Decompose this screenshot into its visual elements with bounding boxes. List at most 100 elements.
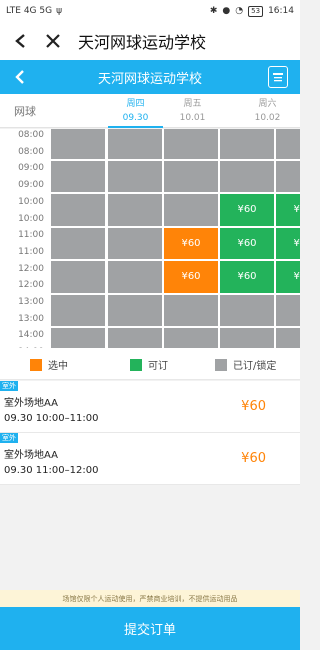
slot-price: ¥60 (237, 271, 257, 283)
slot-booked (107, 129, 163, 160)
slot-booked (219, 129, 275, 160)
slot-selected[interactable]: ¥60 (163, 226, 219, 260)
day-date: 10.02 (254, 113, 281, 123)
court-tag: 室外 (0, 433, 18, 443)
selected-swatch (30, 358, 42, 371)
day-tab-fri[interactable]: 周五 10.01 (165, 94, 220, 128)
slot-price: ¥60 (181, 271, 201, 283)
slot-booked (107, 293, 163, 327)
legend-booked: 已订/锁定 (215, 357, 276, 372)
page-title: 天河网球运动学校 (97, 71, 202, 87)
order-price: ¥60 (241, 451, 266, 466)
back-button[interactable] (8, 22, 34, 60)
chevron-left-icon (15, 34, 25, 48)
slot-booked (50, 193, 106, 227)
order-court-name: 室外场地AA (4, 398, 58, 409)
time-label: 12:00 (18, 263, 44, 274)
window-title: 天河网球运动学校 (78, 33, 207, 52)
slot-available[interactable]: ¥60 (275, 193, 300, 227)
chevron-left-icon (15, 70, 24, 84)
time-label: 09:00 (18, 180, 44, 191)
usb-icon: ψ (56, 6, 63, 16)
day-tab-thu[interactable]: 周四 09.30 (108, 94, 163, 128)
legend-selected: 选中 (30, 357, 68, 372)
slot-price: ¥60 (293, 204, 300, 216)
slot-price: ¥60 (293, 271, 300, 283)
time-label: 10:00 (18, 213, 44, 224)
time-label: 10:00 (18, 196, 44, 207)
time-label: 08:00 (18, 146, 44, 157)
slot-price: ¥60 (293, 237, 300, 249)
slot-booked (107, 159, 163, 193)
slot-booked (275, 293, 300, 327)
slot-booked (50, 159, 106, 193)
order-court-name: 室外场地AA (4, 450, 58, 461)
day-date: 10.01 (179, 113, 206, 123)
slot-booked (275, 129, 300, 160)
slot-booked (50, 260, 106, 294)
slot-booked (163, 193, 219, 227)
time-label: 14:00 (18, 330, 44, 341)
close-button[interactable] (40, 22, 66, 60)
legend-label: 选中 (48, 361, 68, 372)
slot-available[interactable]: ¥60 (219, 226, 275, 260)
day-tab-sat[interactable]: 周六 10.02 (240, 94, 295, 128)
battery-icon: 53 (248, 5, 264, 17)
slot-booked (50, 226, 106, 260)
available-swatch (130, 358, 142, 371)
legend-label: 可订 (148, 361, 168, 372)
calendar-icon (273, 73, 283, 82)
slot-booked (163, 293, 219, 327)
close-icon (46, 34, 60, 48)
alarm-icon: ◔ (235, 6, 244, 16)
slot-available[interactable]: ¥60 (219, 260, 275, 294)
slot-available[interactable]: ¥60 (275, 226, 300, 260)
day-header: 网球 周四 09.30 周五 10.01 周六 10.02 (0, 94, 300, 128)
slot-booked (50, 129, 106, 160)
court-type-label: 网球 (14, 105, 36, 118)
slot-booked (50, 293, 106, 327)
app-back-button[interactable] (8, 65, 32, 89)
time-column: 08:00 08:00 09:00 09:00 10:00 10:00 11:00 11:00… (0, 129, 50, 348)
slot-booked (50, 327, 106, 348)
day-date: 09.30 (122, 113, 149, 123)
slot-booked (275, 327, 300, 348)
time-label: 13:00 (18, 313, 44, 324)
slot-price: ¥60 (237, 204, 257, 216)
time-label: 11:00 (18, 230, 44, 241)
slot-price: ¥60 (237, 237, 257, 249)
title-bar: 天河网球运动学校 (0, 22, 300, 60)
slot-booked (275, 159, 300, 193)
time-label: 12:00 (18, 280, 44, 291)
order-time: 09.30 11:00–12:00 (4, 465, 99, 476)
time-label: 09:00 (18, 163, 44, 174)
signal-text: LTE 4G 5G (6, 6, 53, 16)
slot-booked (107, 260, 163, 294)
calendar-button[interactable] (268, 66, 288, 88)
usage-notice: 场馆仅限个人运动使用，严禁商业培训，不提供运动用品 (0, 590, 300, 607)
order-item[interactable]: 室外 室外场地AA 09.30 11:00–12:00 ¥60 (0, 433, 300, 485)
slot-booked (163, 159, 219, 193)
legend-available: 可订 (130, 357, 168, 372)
slot-available[interactable]: ¥60 (275, 260, 300, 294)
order-item[interactable]: 室外 室外场地AA 09.30 10:00–11:00 ¥60 (0, 381, 300, 433)
slot-booked (163, 327, 219, 348)
bluetooth-icon: ✱ (209, 6, 218, 16)
submit-order-button[interactable]: 提交订单 (0, 607, 300, 650)
order-price: ¥60 (241, 399, 266, 414)
slot-booked (107, 327, 163, 348)
slot-booked (107, 193, 163, 227)
court-tag: 室外 (0, 381, 18, 391)
slot-booked (219, 293, 275, 327)
time-label: 11:00 (18, 246, 44, 257)
slot-price: ¥60 (181, 237, 201, 249)
status-bar: LTE 4G 5G ψ ✱ ● ◔ 53 16:14 (0, 0, 300, 22)
time-label: 08:00 (18, 130, 44, 140)
order-time: 09.30 10:00–11:00 (4, 413, 99, 424)
slot-selected[interactable]: ¥60 (163, 260, 219, 294)
slot-available[interactable]: ¥60 (219, 193, 275, 227)
legend-label: 已订/锁定 (233, 361, 277, 372)
slot-booked (163, 129, 219, 160)
location-icon: ● (222, 6, 231, 16)
booking-grid: 08:00 08:00 09:00 09:00 10:00 10:00 11:00 11:00… (0, 129, 300, 348)
